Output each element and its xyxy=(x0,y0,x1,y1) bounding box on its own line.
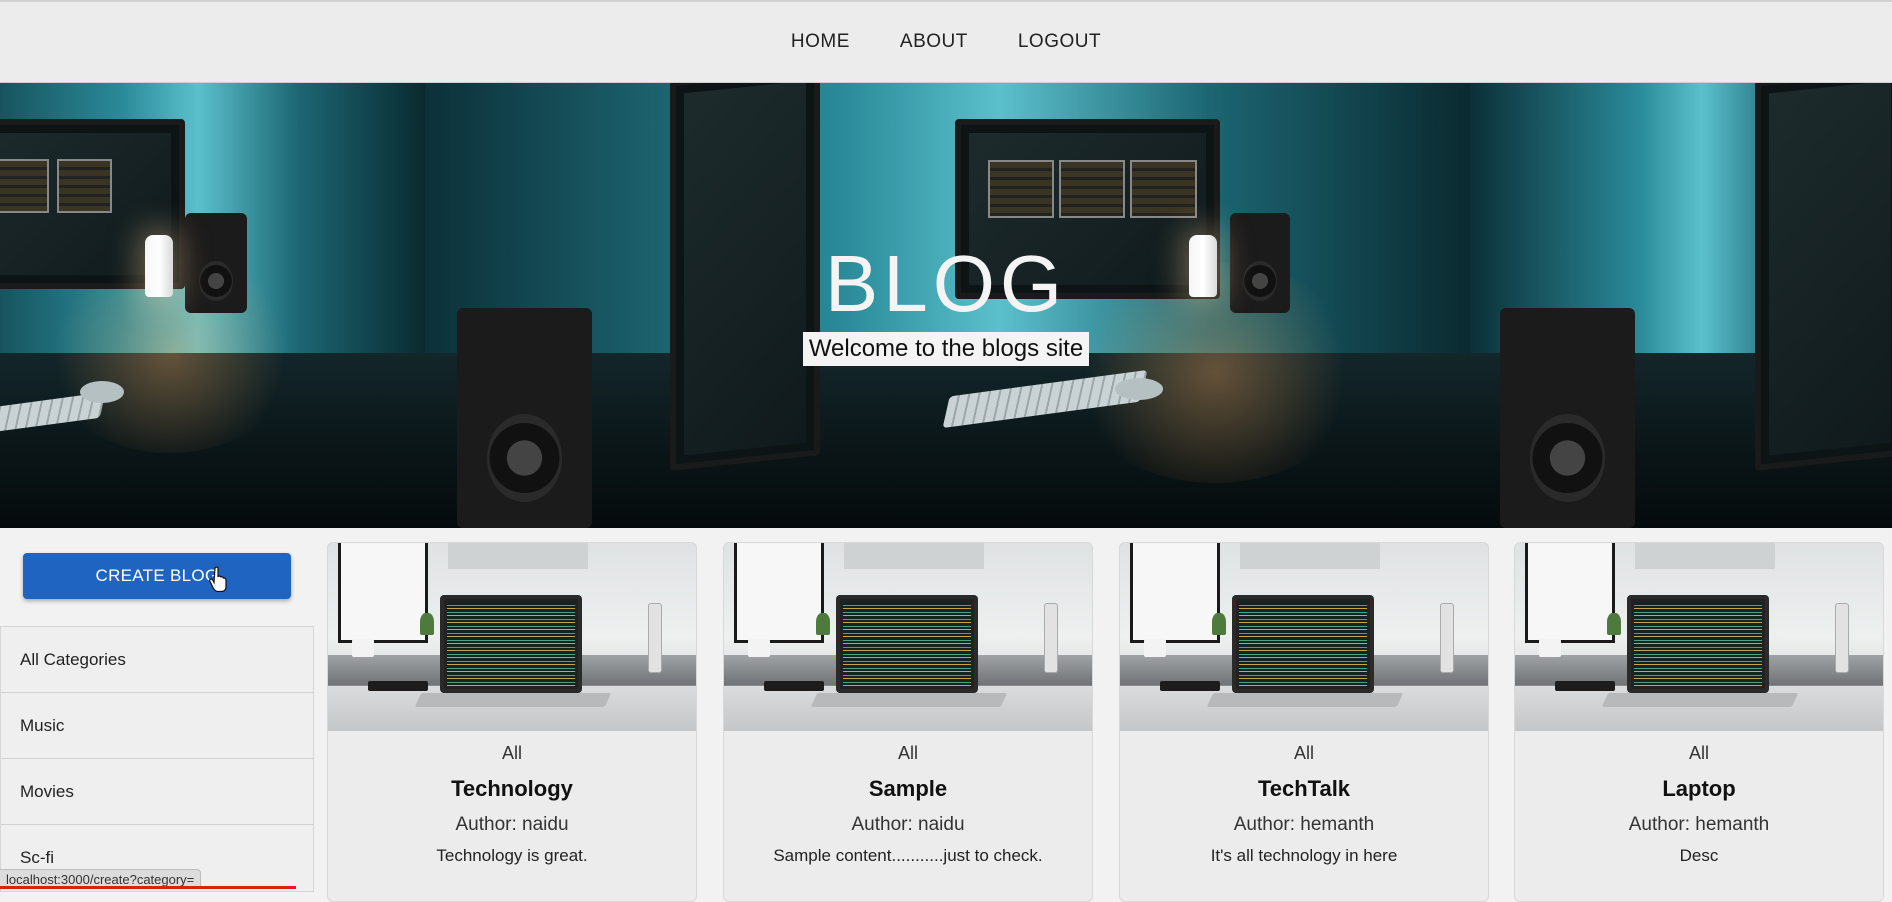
post-card[interactable]: All TechTalk Author: hemanth It's all te… xyxy=(1119,542,1489,902)
post-category: All xyxy=(501,743,522,763)
post-title: TechTalk xyxy=(1257,776,1351,801)
category-movies[interactable]: Movies xyxy=(1,759,313,825)
post-description: Sample content...........just to check. xyxy=(773,846,1043,865)
post-title: Technology xyxy=(451,776,573,801)
hero-banner: BLOG Welcome to the blogs site xyxy=(0,83,1892,528)
post-image xyxy=(1515,543,1883,731)
post-title: Sample xyxy=(868,776,948,801)
top-navbar: HOME ABOUT LOGOUT xyxy=(0,0,1892,83)
post-category: All xyxy=(1293,743,1314,763)
post-card[interactable]: All Laptop Author: hemanth Desc xyxy=(1514,542,1884,902)
nav-logout-link[interactable]: LOGOUT xyxy=(1018,31,1101,53)
post-author: Author: naidu xyxy=(455,814,569,835)
create-blog-button[interactable]: CREATE BLOG xyxy=(23,553,291,599)
post-card[interactable]: All Sample Author: naidu Sample content.… xyxy=(723,542,1093,902)
post-author: Author: hemanth xyxy=(1628,814,1770,835)
category-all[interactable]: All Categories xyxy=(1,627,313,693)
category-music[interactable]: Music xyxy=(1,693,313,759)
post-description: It's all technology in here xyxy=(1210,846,1398,865)
nav-home-link[interactable]: HOME xyxy=(791,31,850,53)
post-author: Author: naidu xyxy=(851,814,965,835)
post-category: All xyxy=(897,743,918,763)
post-image xyxy=(1120,543,1488,731)
post-image xyxy=(724,543,1092,731)
post-author: Author: hemanth xyxy=(1233,814,1375,835)
category-list: All Categories Music Movies Sc-fi xyxy=(0,626,314,892)
hero-title: BLOG xyxy=(824,239,1068,328)
post-category: All xyxy=(1688,743,1709,763)
post-card[interactable]: All Technology Author: naidu Technology … xyxy=(327,542,697,902)
hand-pointer-icon xyxy=(209,566,227,592)
post-description: Desc xyxy=(1679,846,1719,865)
hero-subtitle: Welcome to the blogs site xyxy=(802,332,1090,366)
post-title: Laptop xyxy=(1662,776,1736,801)
post-description: Technology is great. xyxy=(436,846,588,865)
nav-about-link[interactable]: ABOUT xyxy=(900,31,968,53)
post-image xyxy=(328,543,696,731)
